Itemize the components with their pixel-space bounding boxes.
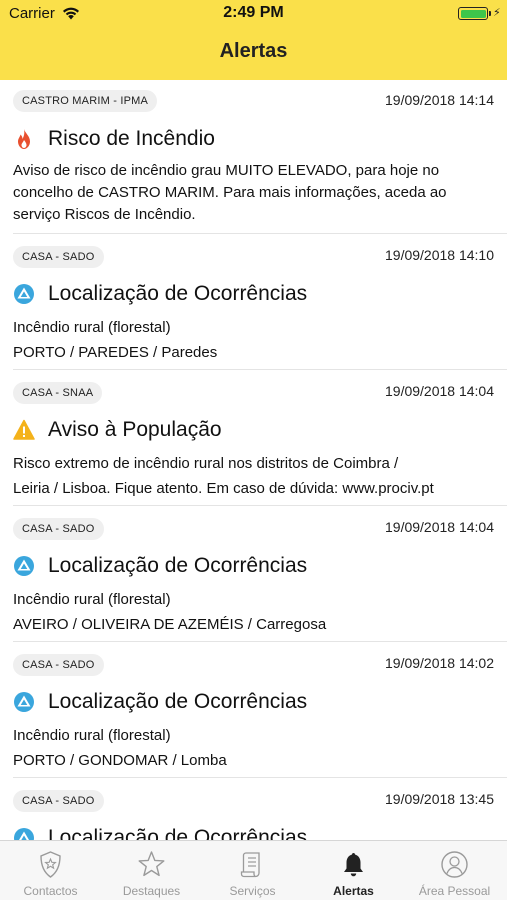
occurrence-location-icon	[14, 284, 34, 304]
tab-label: Área Pessoal	[418, 884, 491, 898]
tab-label: Alertas	[333, 884, 374, 898]
tab-area-pessoal[interactable]: Área Pessoal	[404, 841, 505, 900]
alert-source-chip: CASTRO MARIM - IPMA	[13, 90, 158, 112]
alert-text-line: Incêndio rural (florestal)	[13, 727, 171, 744]
charging-icon: ⚡	[493, 7, 501, 19]
alert-text-line: Risco extremo de incêndio rural nos dist…	[13, 455, 399, 472]
alert-title: Localização de Ocorrências	[48, 282, 308, 305]
alert-title: Localização de Ocorrências	[48, 826, 308, 840]
alert-text-line: PORTO / GONDOMAR / Lomba	[13, 752, 227, 769]
alert-source-chip: CASA - SNAA	[13, 382, 103, 404]
alert-datetime: 19/09/2018 14:10	[385, 247, 494, 263]
badge-icon	[40, 851, 61, 878]
alert-source-chip: CASA - SADO	[13, 518, 104, 540]
alert-source-chip: CASA - SADO	[13, 654, 104, 676]
alert-item[interactable]: CASTRO MARIM - IPMA 19/09/2018 14:14 Ris…	[13, 80, 507, 234]
occurrence-location-icon	[14, 692, 34, 712]
alert-datetime: 19/09/2018 13:45	[385, 791, 494, 807]
bell-icon	[344, 853, 363, 877]
alert-text-line: Leiria / Lisboa. Fique atento. Em caso d…	[13, 480, 434, 497]
battery-icon	[458, 7, 488, 20]
page-title: Alertas	[219, 40, 288, 62]
alert-item[interactable]: CASA - SNAA 19/09/2018 14:04 Aviso à Pop…	[13, 370, 507, 506]
fire-icon	[18, 129, 30, 149]
warning-icon	[13, 419, 35, 440]
alert-source-chip: CASA - SADO	[13, 790, 104, 812]
alert-text-line: Incêndio rural (florestal)	[13, 319, 171, 336]
alert-text-line: serviço Riscos de Incêndio.	[13, 206, 196, 223]
user-icon	[441, 851, 468, 878]
alert-datetime: 19/09/2018 14:04	[385, 519, 494, 535]
tab-label: Serviços	[229, 884, 276, 898]
alert-text-line: PORTO / PAREDES / Paredes	[13, 344, 218, 361]
app-header: Carrier 2:49 PM ⚡ Alertas	[0, 0, 507, 80]
scroll-icon	[240, 852, 260, 878]
occurrence-location-icon	[14, 556, 34, 576]
occurrence-location-icon	[14, 828, 34, 840]
tab-label: Destaques	[122, 884, 181, 898]
alert-datetime: 19/09/2018 14:14	[385, 92, 494, 108]
alert-datetime: 19/09/2018 14:02	[385, 655, 494, 671]
alert-datetime: 19/09/2018 14:04	[385, 383, 494, 399]
alert-title: Risco de Incêndio	[48, 127, 215, 150]
alert-text-line: AVEIRO / OLIVEIRA DE AZEMÉIS / Carregosa	[13, 616, 327, 633]
tab-label: Contactos	[23, 884, 78, 898]
alert-item[interactable]: CASA - SADO 19/09/2018 14:10 Localização…	[13, 234, 507, 370]
battery-tip	[489, 11, 491, 16]
tab-destaques[interactable]: Destaques	[101, 841, 202, 900]
alert-source-chip: CASA - SADO	[13, 246, 104, 268]
alert-title: Aviso à População	[48, 418, 222, 441]
alert-title: Localização de Ocorrências	[48, 690, 308, 713]
tab-contactos[interactable]: Contactos	[0, 841, 101, 900]
tab-servicos[interactable]: Serviços	[202, 841, 303, 900]
alerts-list[interactable]: CASTRO MARIM - IPMA 19/09/2018 14:14 Ris…	[0, 80, 507, 840]
alert-text-line: Incêndio rural (florestal)	[13, 591, 171, 608]
star-icon	[138, 851, 165, 877]
alert-item[interactable]: CASA - SADO 19/09/2018 13:45 Localização…	[13, 778, 507, 840]
tab-bar: Contactos Destaques Serviços Alertas Áre…	[0, 840, 507, 900]
status-bar: Carrier 2:49 PM ⚡	[0, 0, 507, 28]
alert-item[interactable]: CASA - SADO 19/09/2018 14:02 Localização…	[13, 642, 507, 778]
tab-alertas[interactable]: Alertas	[303, 841, 404, 900]
status-time: 2:49 PM	[223, 4, 284, 21]
alert-title: Localização de Ocorrências	[48, 554, 308, 577]
alert-text-line: concelho de CASTRO MARIM. Para mais info…	[13, 184, 447, 201]
alert-text-line: Aviso de risco de incêndio grau MUITO EL…	[13, 162, 440, 179]
alert-item[interactable]: CASA - SADO 19/09/2018 14:04 Localização…	[13, 506, 507, 642]
